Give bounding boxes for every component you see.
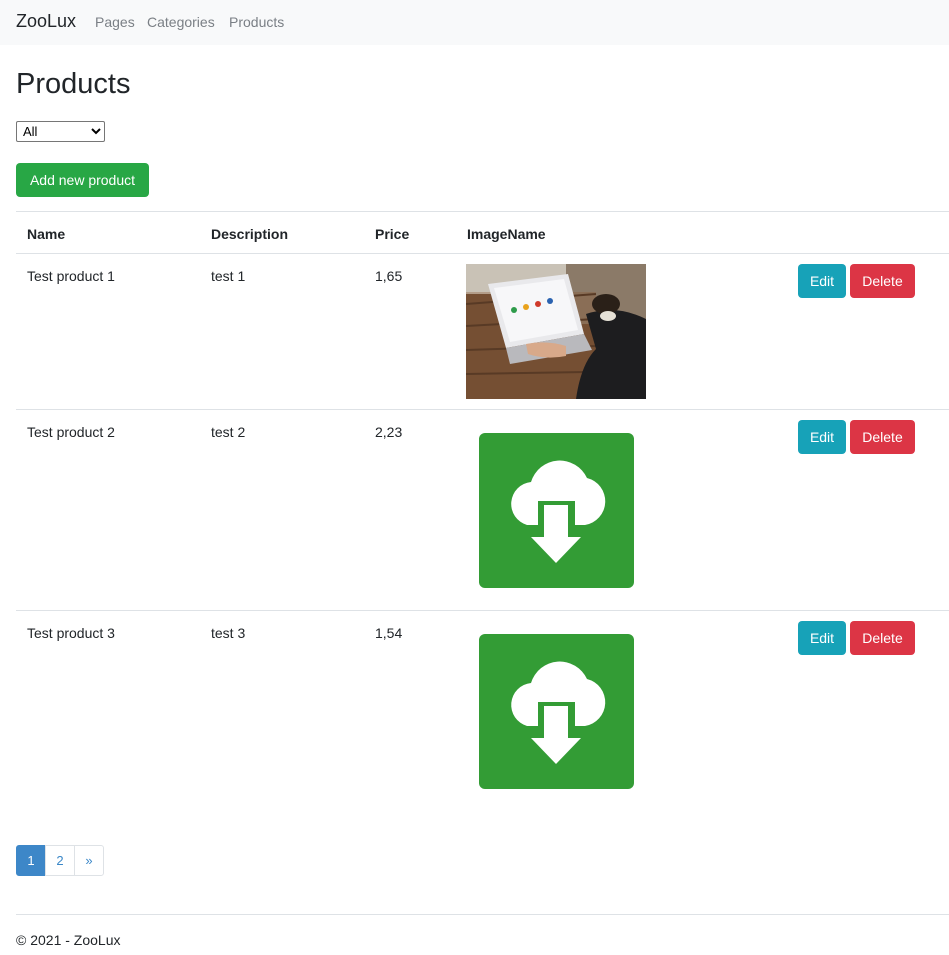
nav-link-pages[interactable]: Pages: [95, 14, 135, 30]
navbar: ZooLux Pages Categories Products: [0, 0, 949, 45]
table-header-divider: [16, 253, 949, 254]
nav-link-products[interactable]: Products: [229, 14, 284, 30]
product-description: test 2: [211, 424, 246, 440]
product-price: 1,54: [375, 625, 403, 641]
delete-button[interactable]: Delete: [850, 621, 915, 655]
product-name: Test product 3: [27, 625, 115, 641]
column-header-name: Name: [27, 226, 66, 242]
column-header-price: Price: [375, 226, 410, 242]
page-link-2[interactable]: 2: [45, 845, 75, 876]
page-link-1[interactable]: 1: [16, 845, 46, 876]
add-new-product-button[interactable]: Add new product: [16, 163, 149, 197]
page-next-link[interactable]: »: [74, 845, 104, 876]
page-title: Products: [16, 68, 131, 100]
product-description: test 1: [211, 268, 246, 284]
product-name: Test product 2: [27, 424, 115, 440]
cloud-download-icon: [479, 634, 634, 789]
cloud-download-icon: [479, 433, 634, 588]
column-header-imagename: ImageName: [467, 226, 546, 242]
nav-link-categories[interactable]: Categories: [147, 14, 215, 30]
product-price: 1,65: [375, 268, 403, 284]
edit-button[interactable]: Edit: [798, 420, 846, 454]
brand-link[interactable]: ZooLux: [16, 11, 76, 32]
delete-button[interactable]: Delete: [850, 420, 915, 454]
laptop-photo-image: [466, 264, 646, 399]
footer-copyright: © 2021 - ZooLux: [16, 932, 121, 948]
edit-button[interactable]: Edit: [798, 264, 846, 298]
footer-divider: [16, 914, 949, 915]
product-description: test 3: [211, 625, 246, 641]
delete-button[interactable]: Delete: [850, 264, 915, 298]
row-divider: [16, 610, 949, 611]
table-top-border: [16, 211, 949, 212]
pagination: 1 2 »: [16, 845, 104, 876]
edit-button[interactable]: Edit: [798, 621, 846, 655]
row-divider: [16, 409, 949, 410]
product-price: 2,23: [375, 424, 403, 440]
category-filter-select[interactable]: All: [16, 121, 105, 142]
product-name: Test product 1: [27, 268, 115, 284]
column-header-description: Description: [211, 226, 289, 242]
